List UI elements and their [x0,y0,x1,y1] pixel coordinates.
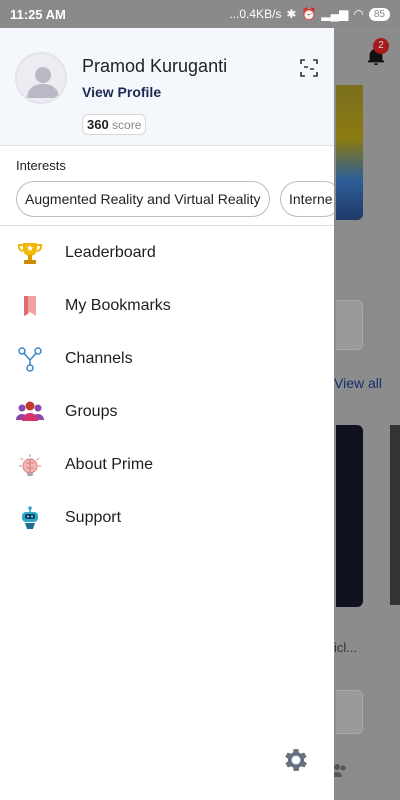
battery-indicator: 85 [368,7,390,21]
menu-item-groups[interactable]: Groups [0,385,334,438]
robot-icon [16,504,44,532]
menu-item-label: Support [65,508,122,526]
menu-item-leaderboard[interactable]: Leaderboard [0,226,334,279]
avatar[interactable] [15,52,67,104]
gear-icon[interactable] [281,745,311,775]
navigation-drawer: Pramod Kuruganti View Profile 360 score … [0,28,334,800]
menu-item-label: Groups [65,402,118,420]
status-icons: ...0.4KB/s ✱ ⏰ ▂▄▆ ◠ 85 [229,7,390,21]
menu-item-label: Leaderboard [65,243,156,261]
view-profile-link[interactable]: View Profile [82,84,161,100]
interest-chip[interactable]: Interne [280,181,334,217]
bluetooth-icon: ✱ [286,7,297,21]
background-thumbnail-2 [390,425,400,605]
groups-icon [16,398,44,426]
profile-header[interactable]: Pramod Kuruganti View Profile 360 score [0,28,334,146]
channels-icon [16,345,44,373]
scan-icon[interactable] [300,58,318,78]
notification-badge: 2 [373,38,389,54]
background-card-2 [336,690,363,734]
status-bar: 11:25 AM ...0.4KB/s ✱ ⏰ ▂▄▆ ◠ 85 [0,0,400,28]
profile-name: Pramod Kuruganti [82,56,228,76]
menu-item-label: Channels [65,349,133,367]
background-banner [336,85,363,220]
signal-icon: ▂▄▆ [321,7,349,21]
score-badge: 360 score [82,114,147,135]
people-icon [332,764,346,777]
trophy-icon [16,239,44,267]
alarm-icon: ⏰ [301,7,317,21]
bookmark-icon [16,292,44,320]
score-value: 360 [87,117,109,132]
background-card [336,300,363,350]
menu-item-channels[interactable]: Channels [0,332,334,385]
status-time: 11:25 AM [10,6,66,22]
user-icon [27,67,59,98]
menu-item-support[interactable]: Support [0,491,334,544]
score-label: score [112,118,142,132]
menu-item-bookmarks[interactable]: My Bookmarks [0,279,334,332]
menu-item-label: My Bookmarks [65,296,171,314]
drawer-menu: Leaderboard My Bookmarks Channels Groups… [0,226,334,544]
background-thumbnail [336,425,363,607]
interest-chip[interactable]: Augmented Reality and Virtual Reality [16,181,270,217]
background-view-all: View all [334,375,382,391]
menu-item-label: About Prime [65,455,154,473]
interests-label: Interests [16,158,66,173]
brain-icon [16,451,44,479]
interests-chips[interactable]: Augmented Reality and Virtual Reality In… [16,181,334,219]
menu-item-about-prime[interactable]: About Prime [0,438,334,491]
background-text: icl... [334,640,358,655]
wifi-icon: ◠ [353,7,364,21]
network-speed: ...0.4KB/s [229,7,282,21]
